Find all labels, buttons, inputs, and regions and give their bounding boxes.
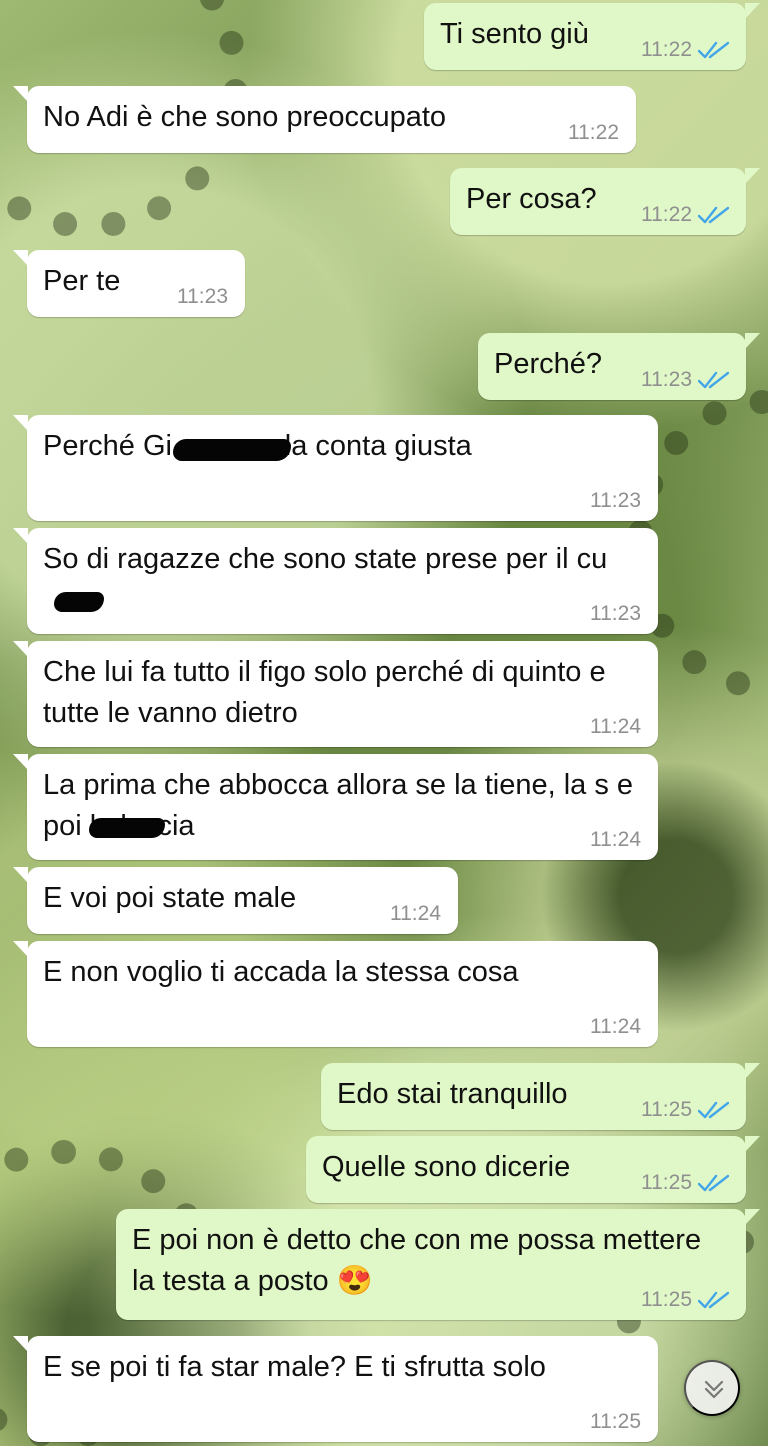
scroll-to-bottom-button[interactable] [684,1360,740,1416]
message-text: E se poi ti fa star male? E ti sfrutta s… [43,1351,546,1383]
redaction-mark [173,439,291,461]
message-text: Per te [43,265,121,297]
message-bubble-incoming[interactable]: Che lui fa tutto il figo solo perché di … [13,641,658,747]
message-text: E poi non è detto che con me possa mette… [132,1224,702,1297]
message-text: Che lui fa tutto il figo solo perché di … [43,656,606,729]
message-bubble-incoming[interactable]: Per te 11:23 [13,250,245,317]
message-text: Ti sento giù [440,18,589,50]
message-text: So di ragazze che sono state prese per i… [43,543,608,575]
message-text: Quelle sono dicerie [322,1151,571,1183]
message-text: No Adi è che sono preoccupato [43,101,447,133]
message-bubble-incoming[interactable]: Perché Gi non me la conta giusta 11:23 [13,415,658,521]
message-bubble-outgoing[interactable]: Per cosa? 11:22 [450,168,760,235]
message-time: 11:23 [590,489,641,512]
message-text: Edo stai tranquillo [337,1078,568,1110]
message-text: Perché Gi non me la conta giusta [43,430,472,462]
message-meta: 11:23 [590,489,641,513]
message-bubble-outgoing[interactable]: E poi non è detto che con me possa mette… [116,1209,760,1320]
message-time: 11:23 [590,602,641,625]
message-text: Per cosa? [466,183,597,215]
message-text: E non voglio ti accada la stessa cosa [43,956,519,988]
message-meta: 11:23 [590,602,641,626]
message-bubble-incoming[interactable]: No Adi è che sono preoccupato 11:22 [13,86,636,153]
message-bubble-incoming[interactable]: E non voglio ti accada la stessa cosa 11… [13,941,658,1047]
redaction-mark [54,592,104,612]
message-time: 11:24 [590,1015,641,1038]
chat-conversation: Ti sento giù 11:22 No Adi è che sono pre… [0,0,768,1446]
message-time: 11:25 [590,1410,641,1433]
message-bubble-incoming[interactable]: E voi poi state male 11:24 [13,867,458,934]
message-bubble-outgoing[interactable]: Perché? 11:23 [478,333,760,400]
message-bubble-incoming[interactable]: So di ragazze che sono state prese per i… [13,528,658,634]
redaction-mark [89,818,165,838]
message-bubble-outgoing[interactable]: Ti sento giù 11:22 [424,3,760,70]
message-bubble-incoming[interactable]: E se poi ti fa star male? E ti sfrutta s… [13,1336,658,1442]
message-meta: 11:25 [590,1410,641,1434]
message-bubble-outgoing[interactable]: Edo stai tranquillo 11:25 [321,1063,760,1130]
message-bubble-incoming[interactable]: La prima che abbocca allora se la tiene,… [13,754,658,860]
double-chevron-down-icon [704,1380,724,1399]
message-bubble-outgoing[interactable]: Quelle sono dicerie 11:25 [306,1136,760,1203]
message-text: E voi poi state male [43,882,297,914]
message-text: Perché? [494,348,603,380]
message-meta: 11:24 [590,1015,641,1039]
